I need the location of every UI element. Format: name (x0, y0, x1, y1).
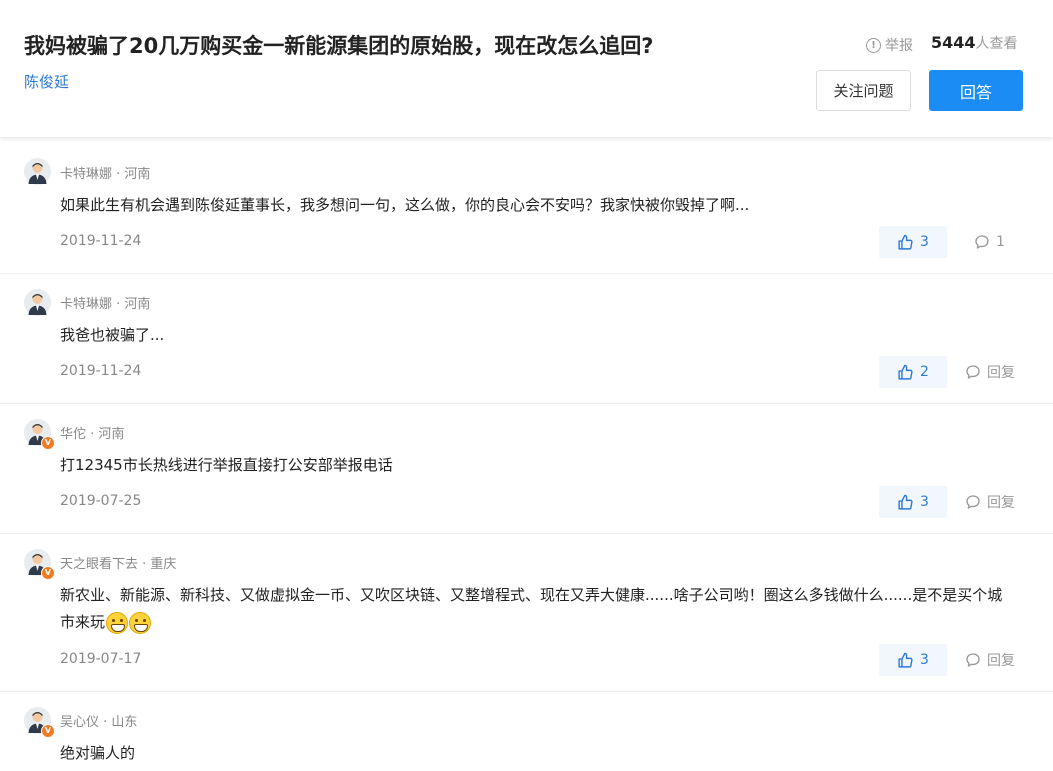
comment-item: V 天之眼看下去 · 重庆 新农业、新能源、新科技、又做虚拟金一币、又吹区块链、… (0, 534, 1053, 692)
exclamation-circle-icon: ! (866, 37, 881, 53)
meta-separator: · (99, 715, 112, 730)
thumbs-up-icon (898, 364, 913, 380)
commenter-location: 河南 (98, 427, 125, 442)
thumbs-up-icon (898, 234, 913, 250)
verified-badge-icon: V (41, 436, 55, 450)
view-count-suffix: 人查看 (975, 36, 1018, 52)
commenter-location: 河南 (124, 167, 151, 182)
like-button[interactable]: 3 (879, 226, 947, 258)
view-count-number: 5444 (931, 33, 976, 52)
reply-button[interactable]: 1 (974, 226, 1005, 258)
user-avatar-icon[interactable] (24, 158, 51, 185)
meta-separator: · (112, 297, 125, 312)
commenter-name[interactable]: 华佗 (60, 427, 86, 442)
report-label: 举报 (885, 38, 913, 54)
like-button[interactable]: 3 (879, 486, 947, 518)
comment-bubble-icon (966, 653, 980, 667)
verified-badge-icon: V (41, 566, 55, 580)
user-avatar-icon[interactable]: V (24, 419, 55, 450)
meta-separator: · (112, 167, 125, 182)
comment-meta: 吴心仪 · 山东 (60, 711, 137, 730)
commenter-name[interactable]: 卡特琳娜 (60, 297, 112, 312)
commenter-name[interactable]: 吴心仪 (60, 715, 99, 730)
like-count: 3 (920, 494, 929, 510)
like-count: 3 (920, 234, 929, 250)
comment-meta: 华佗 · 河南 (60, 423, 124, 442)
commenter-location: 山东 (111, 715, 138, 730)
comment-date: 2019-11-24 (60, 233, 142, 249)
comment-list: 卡特琳娜 · 河南 如果此生有机会遇到陈俊延董事长，我多想问一句，这么做，你的良… (0, 143, 1053, 771)
comment-meta: 卡特琳娜 · 河南 (60, 293, 150, 312)
user-avatar-icon[interactable]: V (24, 707, 55, 738)
meta-separator: · (138, 557, 151, 572)
comment-bubble-icon (966, 495, 980, 509)
reply-button[interactable]: 回复 (965, 356, 1015, 388)
thumbs-up-icon (898, 494, 913, 510)
comment-date: 2019-07-25 (60, 493, 142, 509)
comment-item: 卡特琳娜 · 河南 我爸也被骗了... 2019-11-24 2 回复 (0, 274, 1053, 404)
commenter-name[interactable]: 天之眼看下去 (60, 557, 138, 572)
comment-meta: 卡特琳娜 · 河南 (60, 163, 150, 182)
user-avatar-icon[interactable]: V (24, 549, 55, 580)
commenter-name[interactable]: 卡特琳娜 (60, 167, 112, 182)
reply-label: 回复 (987, 495, 1015, 511)
comment-text-block: 新农业、新能源、新科技、又做虚拟金一币、又吹区块链、又整增程式、现在又弄大健康.… (60, 582, 1015, 636)
commenter-location: 重庆 (150, 557, 177, 572)
question-title: 我妈被骗了20几万购买金一新能源集团的原始股，现在改怎么追回? (24, 34, 654, 58)
like-count: 3 (920, 652, 929, 668)
reply-button[interactable]: 回复 (965, 486, 1015, 518)
commenter-location: 河南 (124, 297, 151, 312)
comment-item: V 吴心仪 · 山东 绝对骗人的 (0, 692, 1053, 771)
like-button[interactable]: 2 (879, 356, 947, 388)
like-button[interactable]: 3 (879, 644, 947, 676)
question-header: 我妈被骗了20几万购买金一新能源集团的原始股，现在改怎么追回? 陈俊延 ! 举报… (0, 0, 1053, 137)
comment-text: 新农业、新能源、新科技、又做虚拟金一币、又吹区块链、又整增程式、现在又弄大健康.… (60, 586, 1003, 631)
thumbs-up-icon (898, 652, 913, 668)
comment-text: 我爸也被骗了... (60, 326, 165, 344)
reply-label: 回复 (987, 653, 1015, 669)
comment-item: V 华佗 · 河南 打12345市长热线进行举报直接打公安部举报电话 2019-… (0, 404, 1053, 534)
reply-button[interactable]: 回复 (965, 644, 1015, 676)
comment-date: 2019-07-17 (60, 651, 142, 667)
comment-text: 打12345市长热线进行举报直接打公安部举报电话 (60, 456, 393, 474)
meta-separator: · (86, 427, 99, 442)
comment-text: 绝对骗人的 (60, 744, 136, 762)
comment-bubble-icon (966, 365, 980, 379)
report-button[interactable]: ! 举报 (866, 35, 913, 55)
comment-date: 2019-11-24 (60, 363, 142, 379)
question-author-link[interactable]: 陈俊延 (24, 71, 69, 92)
follow-question-button[interactable]: 关注问题 (816, 70, 911, 111)
comment-bubble-icon (975, 235, 989, 249)
comment-item: 卡特琳娜 · 河南 如果此生有机会遇到陈俊延董事长，我多想问一句，这么做，你的良… (0, 143, 1053, 274)
verified-badge-icon: V (41, 724, 55, 738)
user-avatar-icon[interactable] (24, 289, 51, 316)
reply-label: 回复 (987, 365, 1015, 381)
grinning-face-icon (129, 611, 152, 634)
answer-button[interactable]: 回答 (929, 70, 1023, 111)
grinning-face-icon (106, 611, 129, 634)
view-count: 5444人查看 (931, 33, 1018, 53)
reply-label: 1 (996, 234, 1005, 250)
like-count: 2 (920, 364, 929, 380)
comment-meta: 天之眼看下去 · 重庆 (60, 553, 176, 572)
comment-text: 如果此生有机会遇到陈俊延董事长，我多想问一句，这么做，你的良心会不安吗？我家快被… (60, 196, 750, 214)
